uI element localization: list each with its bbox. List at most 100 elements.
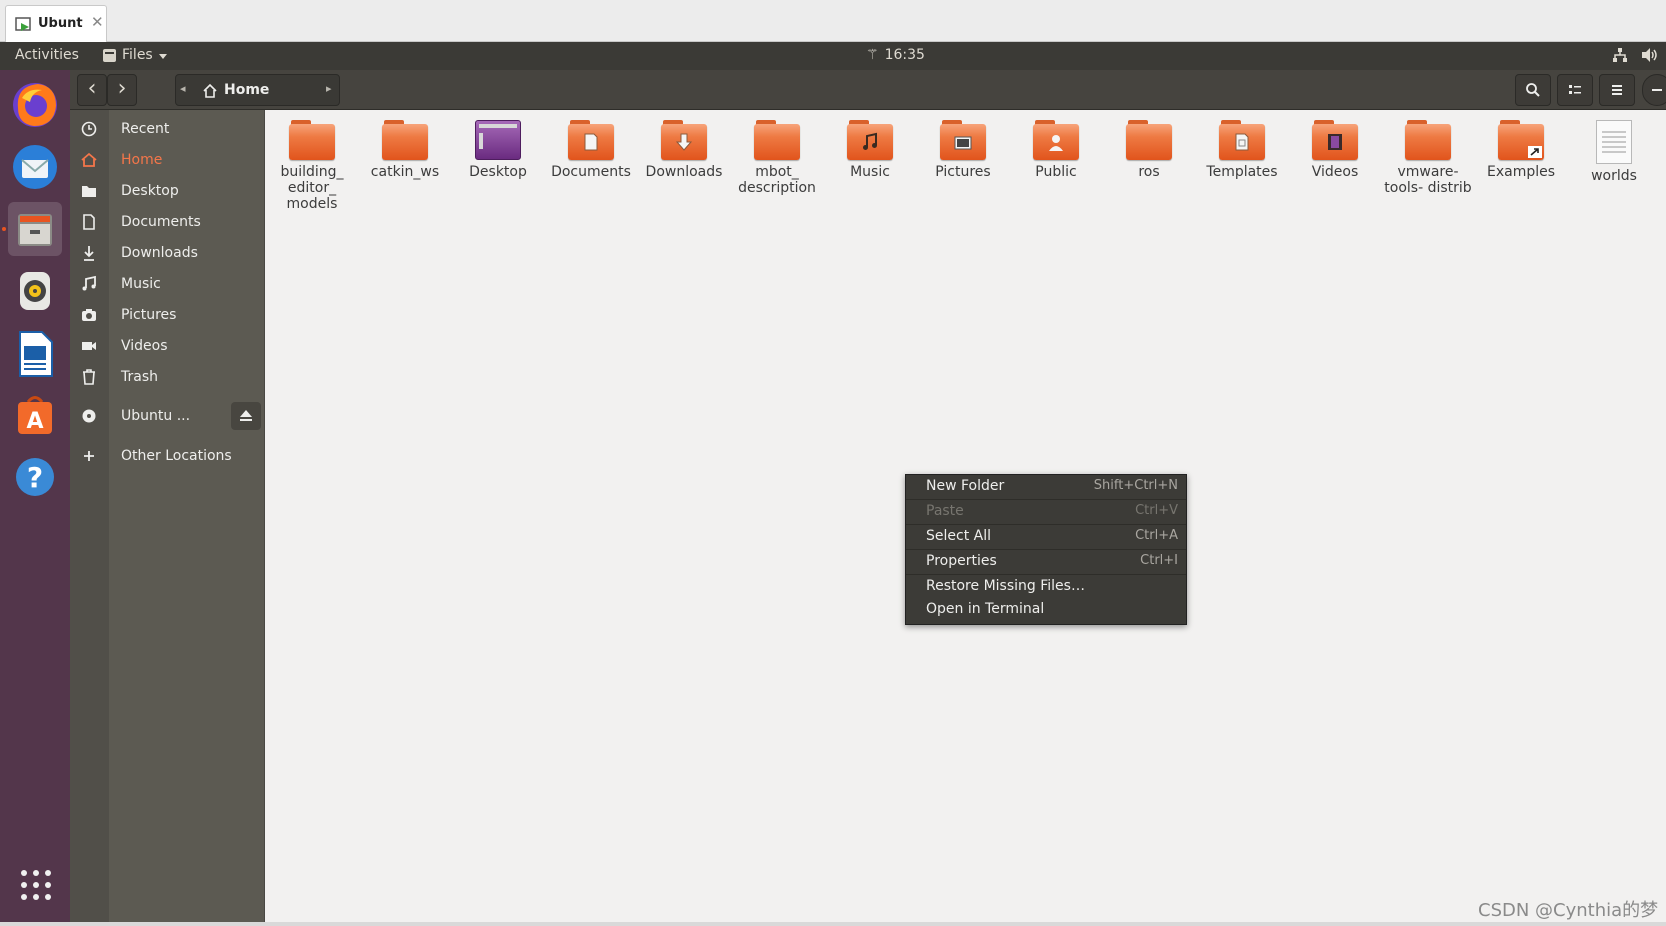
sidebar-icon-strip: [70, 110, 109, 922]
help-icon[interactable]: ?: [8, 450, 62, 504]
eject-button[interactable]: [231, 402, 261, 430]
files-app-icon: [103, 48, 116, 62]
menu-icon: [1612, 85, 1622, 95]
vm-tab-label: Ubunt: [38, 16, 83, 31]
file-name: Desktop: [469, 164, 527, 180]
sidebar-item-pictures[interactable]: Pictures: [109, 301, 265, 331]
file-item[interactable]: Desktop: [453, 120, 543, 180]
app-menu-label: Files: [122, 47, 153, 63]
folder-icon: [82, 186, 96, 197]
minimize-button[interactable]: [1642, 74, 1666, 106]
path-scroll-right[interactable]: ▸: [326, 82, 332, 95]
search-icon: [1526, 83, 1540, 97]
context-menu: New Folder Shift+Ctrl+N Paste Ctrl+V Sel…: [905, 474, 1187, 625]
vm-icon: [15, 17, 31, 31]
files-icon[interactable]: [8, 202, 62, 256]
activities-button[interactable]: Activities: [15, 47, 79, 63]
sidebar-item-videos[interactable]: Videos: [109, 332, 265, 362]
path-bar: ◂ Home ▸: [175, 74, 340, 106]
sidebar-item-desktop[interactable]: Desktop: [109, 177, 265, 207]
close-icon[interactable]: ✕: [91, 13, 104, 31]
sidebar-item-home[interactable]: Home: [109, 146, 265, 176]
vm-tab[interactable]: Ubunt ✕: [5, 5, 107, 42]
public-folder-icon: [1033, 120, 1079, 160]
document-icon: [83, 214, 95, 230]
file-item[interactable]: ros: [1104, 120, 1194, 180]
volume-icon[interactable]: [1640, 46, 1658, 64]
show-applications-icon[interactable]: [21, 870, 51, 900]
file-name: Documents: [551, 164, 631, 180]
back-button[interactable]: ‹: [77, 74, 107, 106]
rhythmbox-icon[interactable]: [8, 264, 62, 318]
menu-item-accel: Shift+Ctrl+N: [1093, 478, 1178, 493]
sidebar-item-trash[interactable]: Trash: [109, 363, 265, 393]
sidebar-item-label: Trash: [121, 369, 158, 385]
menu-item-label: Restore Missing Files…: [926, 578, 1085, 594]
forward-button[interactable]: ›: [107, 74, 137, 106]
file-item[interactable]: mbot_ description: [732, 120, 822, 196]
sidebar-item-label: Pictures: [121, 307, 177, 323]
menu-item-restore-missing-files[interactable]: Restore Missing Files…: [906, 575, 1186, 599]
file-item[interactable]: worlds: [1569, 120, 1659, 184]
location-label[interactable]: Home: [224, 82, 269, 98]
sidebar-item-label: Music: [121, 276, 161, 292]
menu-item-open-in-terminal[interactable]: Open in Terminal: [906, 598, 1186, 622]
disc-icon: [82, 409, 96, 423]
sidebar-item-documents[interactable]: Documents: [109, 208, 265, 238]
file-item[interactable]: Public: [1011, 120, 1101, 180]
app-menu[interactable]: Files: [103, 47, 167, 63]
file-name: Pictures: [935, 164, 991, 180]
file-item[interactable]: catkin_ws: [360, 120, 450, 180]
vm-tab-bar: Ubunt ✕: [0, 0, 1666, 42]
thunderbird-icon[interactable]: [8, 140, 62, 194]
menu-item-new-folder[interactable]: New Folder Shift+Ctrl+N: [906, 475, 1186, 499]
sidebar-item-downloads[interactable]: Downloads: [109, 239, 265, 269]
templates-folder-icon: [1219, 120, 1265, 160]
file-item[interactable]: Music: [825, 120, 915, 180]
menu-item-paste[interactable]: Paste Ctrl+V: [906, 500, 1186, 524]
sidebar-item-recent[interactable]: Recent: [109, 115, 265, 145]
view-options-button[interactable]: [1557, 74, 1593, 106]
view-options-icon: [1569, 85, 1581, 94]
chevron-right-icon: ›: [117, 76, 127, 101]
clock[interactable]: ⚚ 16:35: [866, 47, 925, 63]
clock-glyph: ⚚: [866, 47, 879, 63]
file-item[interactable]: Videos: [1290, 120, 1380, 180]
clock-time: 16:35: [884, 47, 925, 63]
menu-item-properties[interactable]: Properties Ctrl+I: [906, 550, 1186, 574]
file-item[interactable]: Documents: [546, 120, 636, 180]
sidebar-item-label: Desktop: [121, 183, 179, 199]
headerbar: ‹ › ◂ Home ▸: [70, 70, 1666, 110]
file-item[interactable]: Pictures: [918, 120, 1008, 180]
sidebar-item-label: Documents: [121, 214, 201, 230]
file-item[interactable]: building_ editor_ models: [267, 120, 357, 212]
file-item[interactable]: vmware- tools- distrib: [1383, 120, 1473, 196]
sidebar-item-label: Ubuntu ...: [121, 408, 191, 424]
chevron-down-icon: [158, 53, 167, 59]
sidebar-item-other-locations[interactable]: Other Locations: [109, 442, 265, 472]
menu-item-label: Paste: [926, 503, 964, 519]
search-button[interactable]: [1515, 74, 1551, 106]
file-name: Examples: [1486, 164, 1556, 180]
sidebar-item-music[interactable]: Music: [109, 270, 265, 300]
file-item[interactable]: Downloads: [639, 120, 729, 180]
firefox-icon[interactable]: [8, 78, 62, 132]
pictures-folder-icon: [940, 120, 986, 160]
ubuntu-software-icon[interactable]: A: [8, 388, 62, 442]
menu-item-label: Select All: [926, 528, 991, 544]
music-icon: [82, 275, 96, 291]
sidebar-item-label: Home: [121, 152, 163, 168]
documents-folder-icon: [568, 120, 614, 160]
video-icon: [82, 342, 96, 350]
menu-item-select-all[interactable]: Select All Ctrl+A: [906, 525, 1186, 549]
path-scroll-left[interactable]: ◂: [180, 82, 186, 95]
folder-icon: [382, 120, 428, 160]
file-name: catkin_ws: [370, 164, 440, 180]
libreoffice-writer-icon[interactable]: [8, 326, 62, 380]
network-icon[interactable]: [1612, 47, 1628, 63]
file-name: vmware- tools- distrib: [1384, 164, 1472, 196]
menu-button[interactable]: [1599, 74, 1635, 106]
menu-item-label: New Folder: [926, 478, 1005, 494]
file-item[interactable]: Templates: [1197, 120, 1287, 180]
file-item[interactable]: Examples: [1476, 120, 1566, 180]
